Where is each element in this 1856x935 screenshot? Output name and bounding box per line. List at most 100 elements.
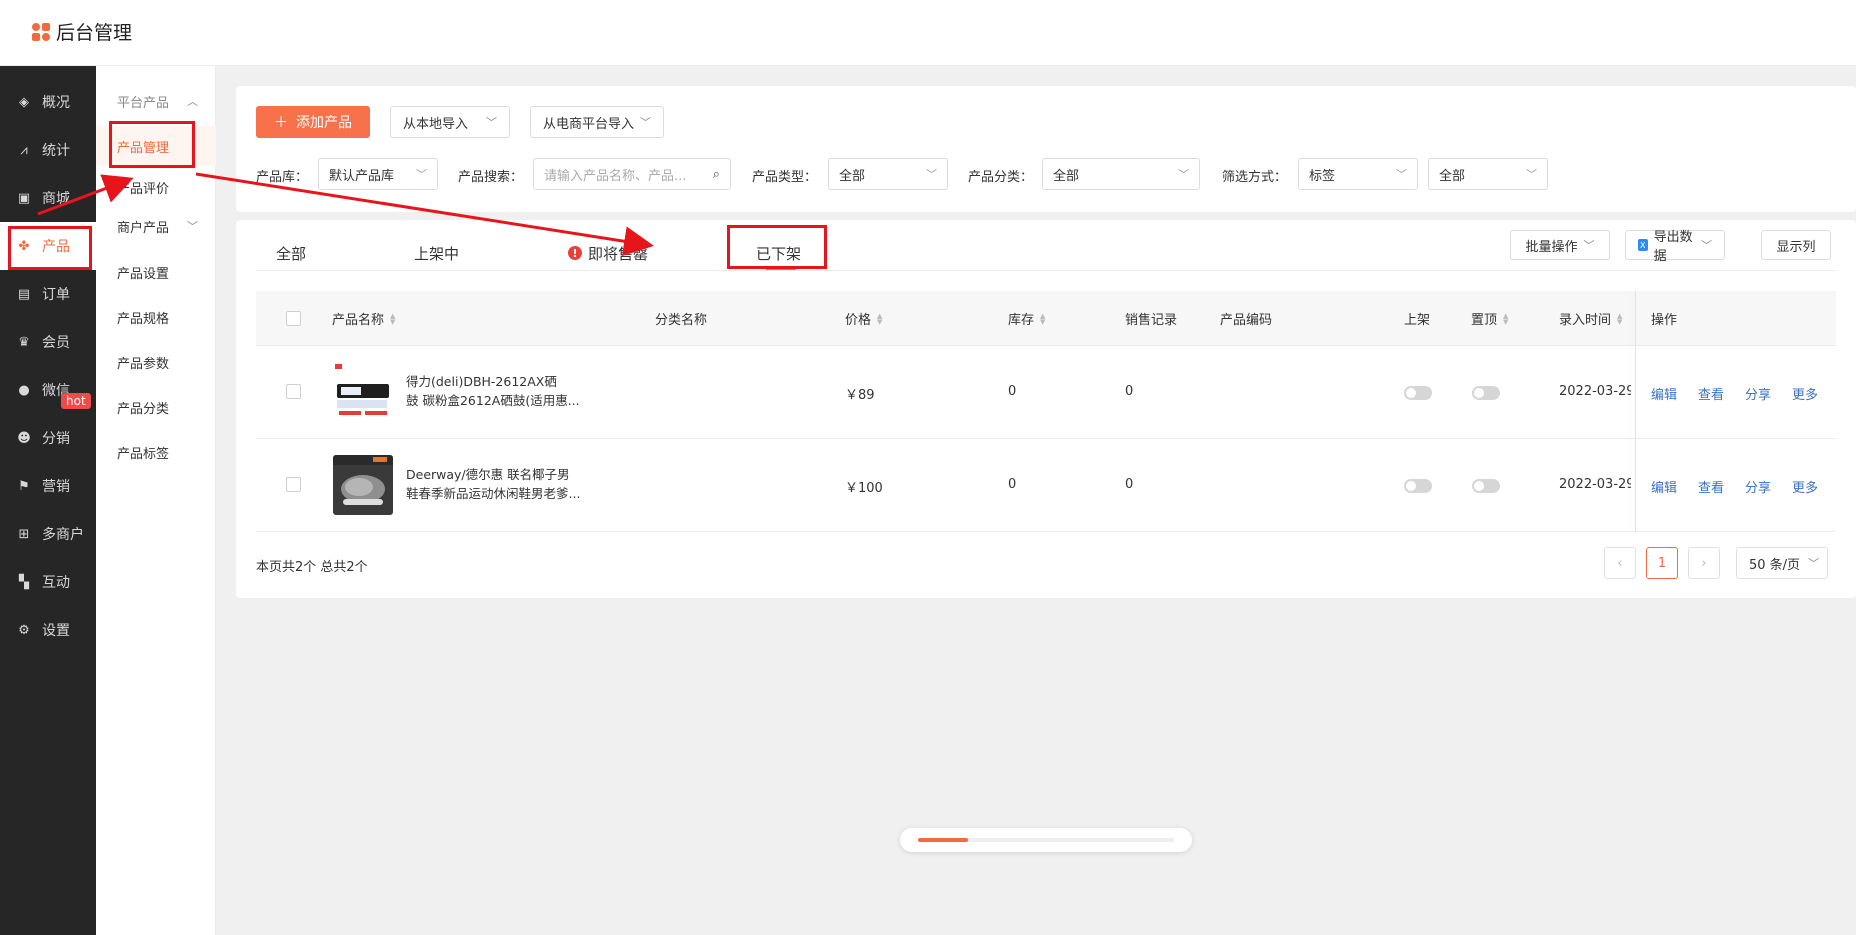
tab-almost-sold-out[interactable]: ! 即将售罄 [568, 238, 648, 268]
product-type-select[interactable]: 全部 ﹀ [828, 158, 948, 190]
sort-icon: ▲ ▼ [877, 311, 883, 326]
product-lib-label: 产品库： [256, 170, 309, 185]
batch-operation-dropdown[interactable]: 批量操作 ﹀ [1510, 230, 1610, 260]
product-category-select[interactable]: 全部 ﹀ [1042, 158, 1200, 190]
tab-on-shelf[interactable]: 上架中 [414, 238, 459, 268]
nav-distribution[interactable]: ☻ 分销 [0, 414, 96, 462]
th-product-name[interactable]: 产品名称 ▲ ▼ [332, 291, 395, 346]
th-operations: 操作 [1651, 313, 1678, 328]
product-lib-select[interactable]: 默认产品库 ﹀ [318, 158, 438, 190]
nav2-product-category[interactable]: 产品分类 [96, 387, 216, 427]
sales-cell: 0 [1125, 477, 1134, 492]
nav-multi-merchant[interactable]: ⊞ 多商户 [0, 510, 96, 558]
product-thumbnail-toner[interactable] [333, 362, 393, 422]
th-code: 产品编码 [1220, 313, 1273, 328]
product-name[interactable]: 得力(deli)DBH-2612AX硒 鼓 碳粉盒2612A硒鼓(适用惠... [406, 372, 586, 410]
view-link[interactable]: 查看 [1698, 477, 1724, 496]
chevron-down-icon: ﹀ [1701, 239, 1712, 252]
share-link[interactable]: 分享 [1745, 384, 1771, 403]
nav-member[interactable]: ♛ 会员 [0, 318, 96, 366]
top-toggle[interactable] [1472, 386, 1500, 400]
product-search-label: 产品搜索： [458, 170, 524, 185]
nav-settings[interactable]: ⚙ 设置 [0, 606, 96, 654]
nav-interaction[interactable]: ▚ 互动 [0, 558, 96, 606]
stock-cell: 0 [1008, 384, 1017, 399]
nav-statistics[interactable]: ⩘ 统计 [0, 126, 96, 174]
chevron-down-icon: ﹀ [1396, 168, 1407, 181]
nav-order[interactable]: ▤ 订单 [0, 270, 96, 318]
flag-icon: ⚑ [18, 478, 30, 494]
chevron-down-icon: ﹀ [1526, 168, 1537, 181]
annotation-box-product-nav [8, 226, 92, 270]
price-cell: ￥100 [845, 481, 883, 496]
product-name[interactable]: Deerway/德尔惠 联名椰子男 鞋春季新品运动休闲鞋男老爹... [406, 465, 586, 503]
nav-marketing[interactable]: ⚑ 营销 [0, 462, 96, 510]
edit-link[interactable]: 编辑 [1651, 477, 1677, 496]
prev-page-button[interactable]: ‹ [1604, 547, 1636, 579]
nav2-group-merchant[interactable]: 商户产品 ﹀ [96, 206, 216, 246]
chevron-down-icon: ﹀ [926, 168, 937, 181]
import-local-dropdown[interactable]: 从本地导入 ﹀ [390, 106, 510, 138]
sort-icon: ▲ ▼ [1617, 311, 1623, 326]
product-image [333, 362, 393, 422]
product-search-input[interactable]: 请输入产品名称、产品... ⌕ [533, 158, 731, 190]
th-on-shelf: 上架 [1404, 313, 1431, 328]
select-all-checkbox[interactable] [286, 311, 301, 326]
order-icon: ▤ [17, 286, 31, 302]
view-link[interactable]: 查看 [1698, 384, 1724, 403]
on-shelf-toggle[interactable] [1404, 386, 1432, 400]
chevron-right-icon: › [1701, 555, 1707, 571]
export-data-dropdown[interactable]: X 导出数据 ﹀ [1625, 230, 1725, 264]
edit-link[interactable]: 编辑 [1651, 384, 1677, 403]
nav2-group-platform[interactable]: 平台产品 ︿ [96, 81, 216, 121]
nav2-product-spec[interactable]: 产品规格 [96, 297, 216, 337]
product-thumbnail-shoes[interactable] [333, 455, 393, 515]
product-image [333, 455, 393, 515]
th-price[interactable]: 价格 ▲ ▼ [845, 291, 882, 346]
search-icon: ⌕ [712, 166, 720, 182]
gear-icon: ⚙ [18, 622, 30, 638]
fixed-column-divider [1635, 291, 1636, 533]
page-summary: 本页共2个 总共2个 [256, 560, 368, 575]
nav-store[interactable]: ▣ 商城 [0, 174, 96, 222]
nav2-product-settings[interactable]: 产品设置 [96, 252, 216, 292]
show-columns-button[interactable]: 显示列 [1761, 230, 1831, 260]
chart-icon: ⩘ [20, 142, 28, 158]
next-page-button[interactable]: › [1688, 547, 1720, 579]
share-link[interactable]: 分享 [1745, 477, 1771, 496]
filter-method-select[interactable]: 标签 ﹀ [1298, 158, 1418, 190]
sort-icon: ▲ ▼ [1503, 311, 1509, 326]
tab-all[interactable]: 全部 [276, 238, 306, 268]
sort-icon: ▲ ▼ [1040, 311, 1046, 326]
nav-overview[interactable]: ◈ 概况 [0, 78, 96, 126]
tag-select[interactable]: 全部 ﹀ [1428, 158, 1548, 190]
page-size-select[interactable]: 50 条/页 ﹀ [1736, 547, 1828, 579]
th-entry-time[interactable]: 录入时间 ▲ ▼ [1559, 291, 1622, 346]
import-platform-dropdown[interactable]: 从电商平台导入 ﹀ [530, 106, 664, 138]
row-checkbox[interactable] [286, 477, 301, 492]
entry-time-cell: 2022-03-29 [1559, 384, 1631, 399]
store-icon: ▣ [17, 190, 31, 206]
warning-icon: ! [568, 246, 582, 260]
page-number-button[interactable]: 1 [1646, 547, 1678, 579]
more-link[interactable]: 更多 [1792, 384, 1818, 403]
nav2-product-params[interactable]: 产品参数 [96, 342, 216, 382]
more-link[interactable]: 更多 [1792, 477, 1818, 496]
scroll-thumb[interactable] [918, 838, 968, 842]
nav2-product-review[interactable]: 产品评价 [96, 167, 216, 207]
th-top[interactable]: 置顶 ▲ ▼ [1471, 291, 1508, 346]
add-product-button[interactable]: ＋添加产品 [256, 106, 370, 138]
top-toggle[interactable] [1472, 479, 1500, 493]
chevron-down-icon: ﹀ [486, 116, 497, 129]
row-checkbox[interactable] [286, 384, 301, 399]
app-logo[interactable]: 后台管理 [32, 18, 132, 45]
chevron-down-icon: ﹀ [416, 168, 427, 181]
price-cell: ￥89 [845, 388, 875, 403]
horizontal-scrollbar[interactable] [900, 828, 1192, 852]
nav2-product-tags[interactable]: 产品标签 [96, 432, 216, 472]
chevron-left-icon: ‹ [1617, 555, 1623, 571]
on-shelf-toggle[interactable] [1404, 479, 1432, 493]
users-icon: ☻ [17, 430, 31, 446]
th-stock[interactable]: 库存 ▲ ▼ [1008, 291, 1045, 346]
chevron-down-icon: ﹀ [1808, 557, 1819, 570]
